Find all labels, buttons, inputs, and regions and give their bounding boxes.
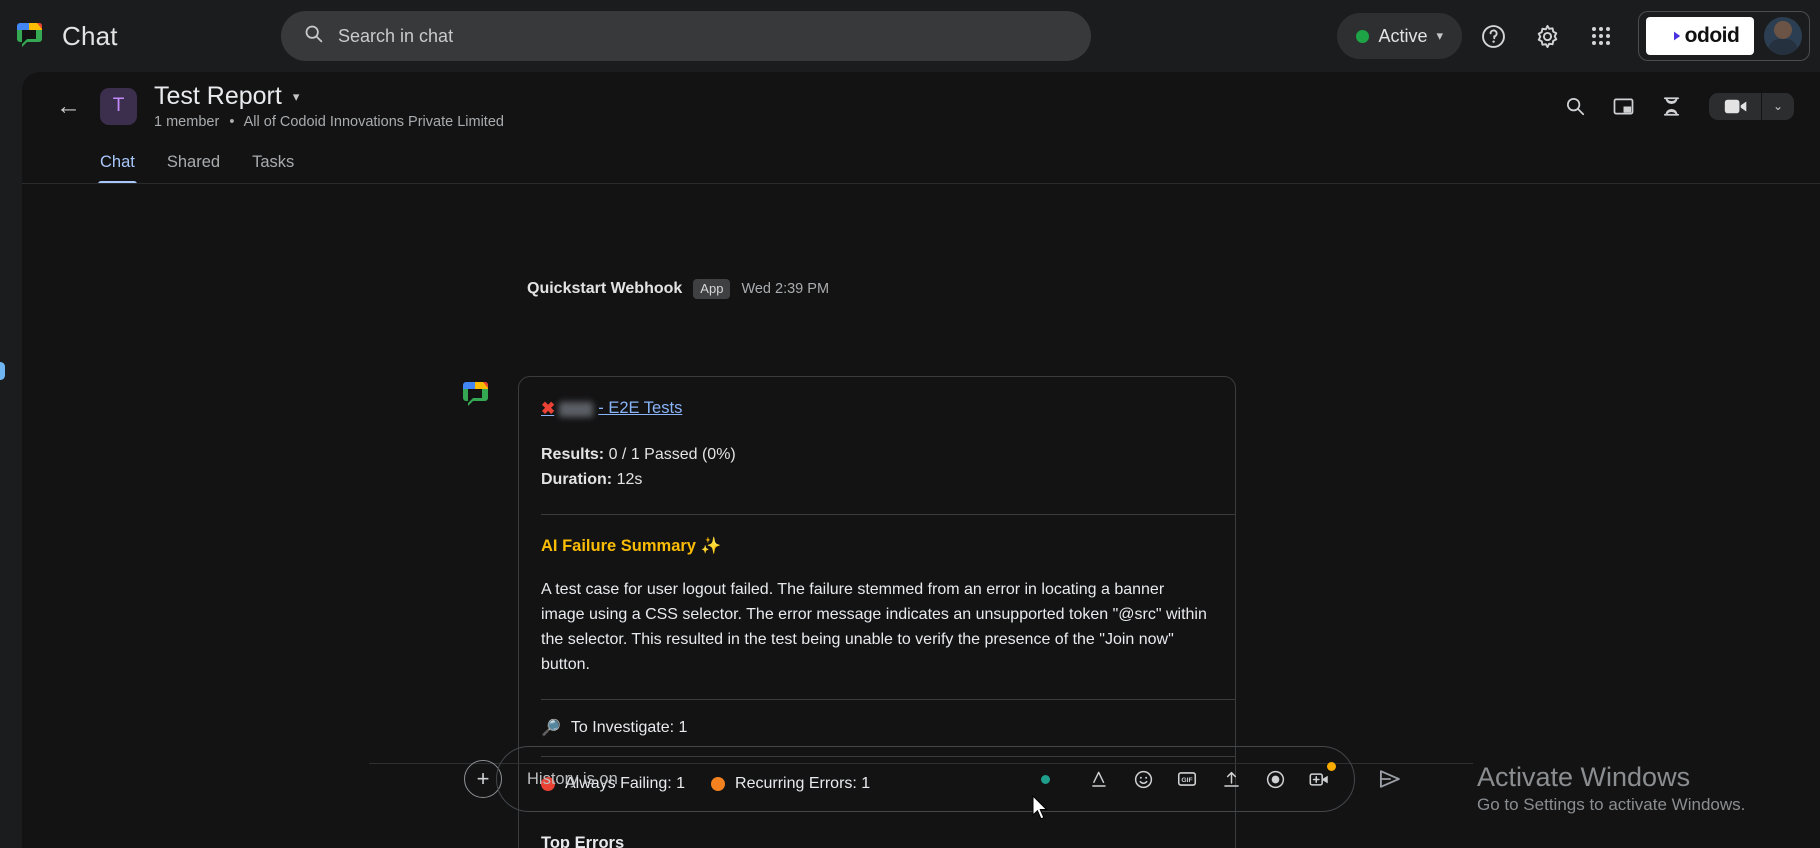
- to-investigate-chip: 🔎 To Investigate: 1: [541, 718, 687, 738]
- chevron-down-icon[interactable]: ⌄: [1762, 93, 1794, 120]
- history-on-dot-icon: [1041, 774, 1050, 784]
- user-avatar[interactable]: [1764, 17, 1802, 55]
- codoid-logo-text: odoid: [1684, 24, 1740, 47]
- results-label: Results:: [541, 446, 605, 464]
- conversation-header: ← T Test Report ▾ 1 member • All of Codo…: [22, 72, 1820, 140]
- duration-value: 12s: [616, 470, 643, 488]
- tab-label: Shared: [166, 152, 221, 171]
- conversation-panel: ← T Test Report ▾ 1 member • All of Codo…: [22, 72, 1820, 848]
- left-rail: [0, 72, 22, 848]
- message-input-box[interactable]: History is on GIF: [496, 746, 1355, 812]
- redacted-text: [559, 401, 594, 417]
- chevron-down-icon: ▾: [1436, 28, 1443, 43]
- to-investigate-row: 🔎 To Investigate: 1: [541, 718, 1211, 738]
- tab-tasks[interactable]: Tasks: [236, 140, 310, 184]
- status-dot-icon: [1356, 29, 1370, 43]
- message-timestamp: Wed 2:39 PM: [741, 281, 830, 297]
- tab-chat[interactable]: Chat: [84, 140, 151, 184]
- page-title[interactable]: Test Report: [154, 82, 282, 111]
- results-value: 0 / 1 Passed (0%): [608, 446, 736, 464]
- record-icon[interactable]: [1260, 764, 1290, 794]
- add-video-meeting-icon[interactable]: [1304, 762, 1336, 794]
- message-header: Quickstart Webhook App Wed 2:39 PM: [527, 279, 829, 299]
- member-count: 1 member: [154, 114, 220, 130]
- to-investigate-label: To Investigate: 1: [570, 719, 688, 737]
- video-camera-icon[interactable]: [1709, 93, 1761, 120]
- account-switcher[interactable]: odoid: [1638, 11, 1810, 61]
- link-label: - E2E Tests: [598, 399, 683, 418]
- search-input[interactable]: Search in chat: [338, 26, 453, 47]
- conversation-subtitle: 1 member • All of Codoid Innovations Pri…: [154, 114, 504, 130]
- message-author: Quickstart Webhook: [527, 280, 683, 297]
- test-report-link[interactable]: ✖ - E2E Tests: [541, 399, 682, 419]
- send-icon[interactable]: [1373, 762, 1407, 796]
- conversation-avatar: T: [100, 87, 137, 125]
- google-chat-logo-icon: [14, 19, 48, 53]
- rail-indicator[interactable]: [0, 362, 5, 380]
- video-call-button[interactable]: ⌄: [1709, 92, 1794, 120]
- ai-failure-summary-body: A test case for user logout failed. The …: [541, 581, 1207, 674]
- organization-name: All of Codoid Innovations Private Limite…: [243, 114, 504, 130]
- brand-title: Chat: [62, 20, 118, 51]
- brand: Chat: [14, 19, 284, 53]
- google-apps-grid-icon[interactable]: [1578, 13, 1624, 59]
- hourglass-icon[interactable]: [1649, 84, 1693, 128]
- card-summary-section: ✖ - E2E Tests Results: 0 / 1 Passed (0%)…: [519, 377, 1235, 514]
- back-arrow-icon[interactable]: ←: [56, 92, 81, 121]
- watermark-subtitle: Go to Settings to activate Windows.: [1477, 794, 1746, 814]
- duration-row: Duration: 12s: [541, 468, 1211, 492]
- mouse-cursor: [1032, 794, 1050, 821]
- chevron-down-icon[interactable]: ▾: [293, 89, 300, 105]
- emoji-icon[interactable]: [1128, 764, 1158, 794]
- tab-label: Tasks: [252, 152, 295, 171]
- codoid-workspace-logo: odoid: [1646, 17, 1754, 55]
- settings-gear-icon[interactable]: [1524, 13, 1570, 59]
- search-bar[interactable]: Search in chat: [281, 11, 1091, 61]
- conversation-header-actions: ⌄: [1553, 84, 1794, 128]
- ai-failure-summary-section: AI Failure Summary ✨ A test case for use…: [519, 515, 1235, 699]
- notification-badge: [1327, 762, 1336, 771]
- top-bar-actions: Active ▾ odoid: [1337, 0, 1810, 72]
- tab-label: Chat: [100, 152, 135, 171]
- activate-windows-watermark: Activate Windows Go to Settings to activ…: [1477, 760, 1745, 815]
- top-app-bar: Chat Search in chat Active ▾ odoid: [0, 0, 1820, 72]
- ai-failure-summary-title: AI Failure Summary ✨: [541, 537, 722, 556]
- text-format-icon[interactable]: [1084, 764, 1114, 794]
- picture-in-picture-icon[interactable]: [1601, 84, 1645, 128]
- svg-text:GIF: GIF: [1181, 777, 1192, 784]
- tab-shared[interactable]: Shared: [151, 140, 236, 184]
- upload-file-icon[interactable]: [1216, 764, 1246, 794]
- status-active-chip[interactable]: Active ▾: [1337, 13, 1462, 59]
- magnifying-glass-icon: 🔎: [541, 720, 561, 738]
- duration-label: Duration:: [541, 470, 613, 488]
- conversation-tabs: Chat Shared Tasks: [22, 140, 1820, 184]
- status-label: Active: [1378, 25, 1428, 46]
- search-in-conversation-icon[interactable]: [1553, 84, 1597, 128]
- help-icon[interactable]: [1470, 13, 1516, 59]
- message-input[interactable]: History is on: [527, 770, 1041, 789]
- composer-tools: GIF: [1084, 762, 1336, 794]
- gif-icon[interactable]: GIF: [1172, 764, 1202, 794]
- watermark-title: Activate Windows: [1477, 762, 1691, 792]
- google-chat-app-icon: [460, 378, 494, 412]
- results-row: Results: 0 / 1 Passed (0%): [541, 443, 1211, 467]
- failure-status-icon: ✖: [541, 399, 555, 418]
- app-badge: App: [693, 279, 731, 299]
- search-icon: [303, 23, 324, 49]
- meta-separator: •: [229, 114, 235, 130]
- top-errors-title: Top Errors: [541, 834, 625, 848]
